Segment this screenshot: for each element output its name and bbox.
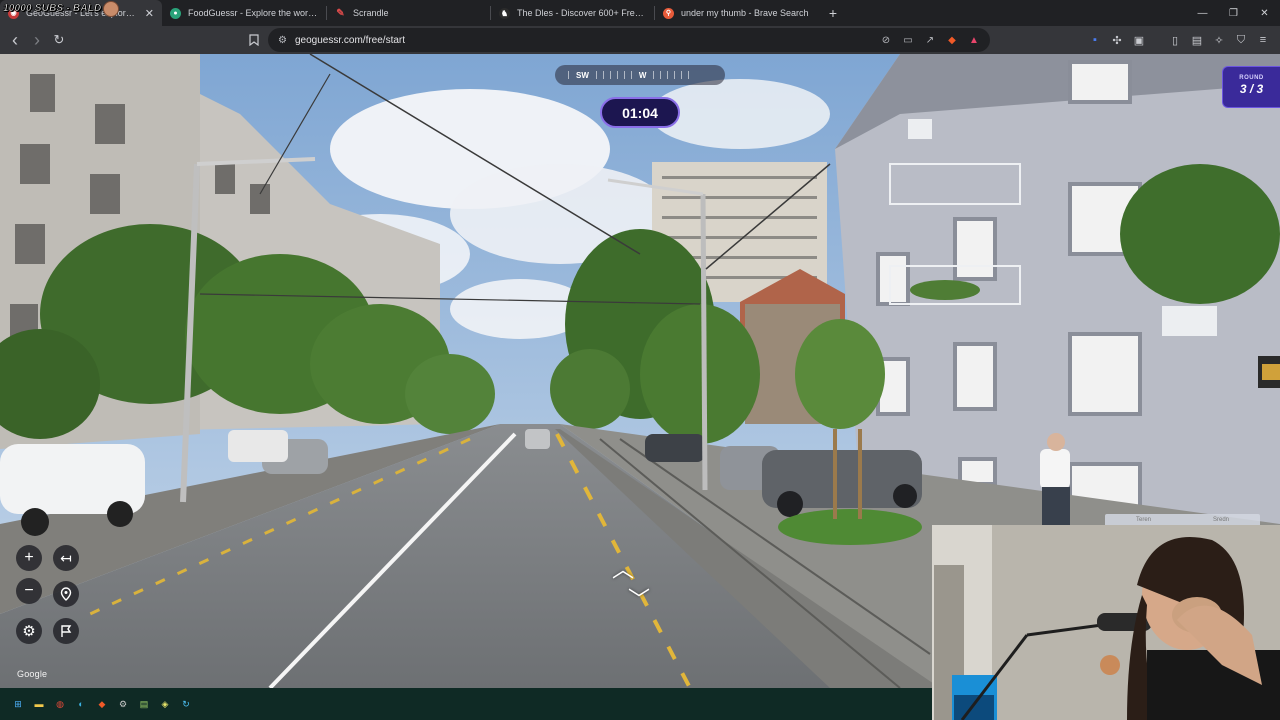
close-tab-icon[interactable]: ✕ [145, 7, 154, 20]
share-icon[interactable]: ↗ [922, 32, 938, 48]
compass-tick [653, 71, 655, 79]
compass-tick [674, 71, 676, 79]
move-backward-arrow-icon[interactable]: ﹀ [628, 582, 650, 614]
new-tab-button[interactable]: + [820, 0, 846, 26]
compass-tick [688, 71, 690, 79]
back-button[interactable]: ‹ [5, 30, 25, 50]
compass-tick [660, 71, 662, 79]
os-taskbar: ⊞ ▬ ◍ ◐ ◆ ⚙ ▤ ◈ ↻ [0, 688, 932, 720]
tab-foodguessr[interactable]: ● FoodGuessr - Explore the world by fo [162, 0, 326, 26]
round-indicator: ROUND 3 / 3 [1222, 66, 1280, 108]
compass-tick [609, 71, 611, 79]
site-settings-icon[interactable]: ⚙ [278, 35, 287, 46]
scrandle-icon: ✎ [336, 7, 345, 19]
picture-in-picture-icon[interactable]: ▭ [900, 32, 916, 48]
close-window-button[interactable]: ✕ [1249, 0, 1280, 26]
browser-tab-strip: ◉ GeoGuessr - Let's explore the ✕ ● Food… [0, 0, 1280, 26]
compass-tick [681, 71, 683, 79]
round-label: ROUND [1239, 75, 1264, 81]
compass-tick [616, 71, 618, 79]
vpn-shield-icon[interactable]: ⛉ [1232, 30, 1250, 50]
restore-button[interactable]: ❐ [1218, 0, 1249, 26]
return-to-start-button[interactable] [53, 581, 79, 607]
minimap-label: Sredn [1212, 517, 1229, 523]
chrome-icon[interactable]: ◍ [53, 697, 67, 711]
tab-scrandle[interactable]: ✎ Scrandle [327, 0, 490, 26]
wallet-icon[interactable]: ▤ [1188, 30, 1206, 50]
subscriber-overlay: 10000 SUBS - BALD [3, 0, 120, 17]
browser-toolbar: ‹ › ↻ ⚙ geoguessr.com/free/start ⊘ ▭ ↗ ◆… [0, 26, 1280, 54]
compass-tick [595, 71, 597, 79]
address-bar[interactable]: ⚙ geoguessr.com/free/start ⊘ ▭ ↗ ◆ ▲ [268, 28, 990, 52]
extensions-puzzle-icon[interactable]: ✣ [1108, 30, 1126, 50]
dles-icon: ♞ [499, 7, 510, 19]
compass-tick [630, 71, 632, 79]
gear-icon: ⚙ [22, 623, 36, 640]
screen: ◉ GeoGuessr - Let's explore the ✕ ● Food… [0, 0, 1280, 720]
extension-area: ▪ ✣ ▣ ▯ ▤ ✧ ⛉ ≡ [1086, 30, 1272, 50]
brave-shields-icon[interactable]: ◆ [944, 32, 960, 48]
undo-arrow-icon: ↤ [60, 549, 72, 566]
compass-southwest-label: SW [576, 70, 589, 80]
minimap-label: Teren [1135, 517, 1151, 523]
tab-title: under my thumb - Brave Search [681, 8, 809, 18]
brave-icon[interactable]: ◆ [95, 697, 109, 711]
undo-move-button[interactable]: ↤ [53, 545, 79, 571]
compass-tick [667, 71, 669, 79]
map-pin-icon [60, 587, 72, 601]
streamer-avatar-icon [103, 0, 120, 17]
round-value: 3 / 3 [1239, 82, 1264, 96]
google-attribution: Google [17, 669, 48, 679]
compass-tick [623, 71, 625, 79]
edge-icon[interactable]: ◐ [74, 697, 88, 711]
subscriber-goal-text: 10000 SUBS - BALD [3, 3, 102, 15]
tab-title: The Dles - Discover 600+ Free Daily [517, 8, 646, 18]
app-icon[interactable]: ◈ [158, 697, 172, 711]
notepad-icon[interactable]: ▤ [137, 697, 151, 711]
zoom-in-button[interactable]: + [16, 545, 42, 571]
zoom-out-button[interactable]: − [16, 578, 42, 604]
reader-mode-icon[interactable]: ⊘ [878, 32, 894, 48]
flag-icon [61, 624, 72, 637]
tab-brave-search[interactable]: ⚲ under my thumb - Brave Search [655, 0, 820, 26]
compass-tick [568, 71, 569, 79]
settings-icon[interactable]: ⚙ [116, 697, 130, 711]
compass-west-label: W [638, 70, 647, 80]
settings-button[interactable]: ⚙ [16, 618, 42, 644]
reload-button[interactable]: ↻ [49, 30, 69, 50]
file-explorer-icon[interactable]: ▬ [32, 697, 46, 711]
compass-bar: SW W [555, 65, 725, 85]
forward-button[interactable]: › [27, 30, 47, 50]
webcam-image [932, 525, 1280, 720]
tab-manager-icon[interactable]: ▣ [1130, 30, 1148, 50]
window-controls: — ❐ ✕ [1187, 0, 1280, 26]
tab-title: FoodGuessr - Explore the world by fo [188, 8, 318, 18]
brave-search-icon: ⚲ [663, 7, 674, 19]
minimize-button[interactable]: — [1187, 0, 1218, 26]
leo-ai-icon[interactable]: ✧ [1210, 30, 1228, 50]
foodguessr-icon: ● [170, 7, 181, 19]
address-bar-actions: ⊘ ▭ ↗ ◆ ▲ [878, 32, 982, 48]
brave-rewards-icon[interactable]: ▲ [966, 32, 982, 48]
toolbar-separator [1152, 30, 1162, 50]
tab-the-dles[interactable]: ♞ The Dles - Discover 600+ Free Daily [491, 0, 654, 26]
refresh-app-icon[interactable]: ↻ [179, 697, 193, 711]
tab-title: Scrandle [353, 8, 389, 18]
url-text: geoguessr.com/free/start [294, 34, 406, 46]
sidebar-icon[interactable]: ▯ [1166, 30, 1184, 50]
bookmark-icon[interactable] [244, 30, 264, 50]
menu-icon[interactable]: ≡ [1254, 30, 1272, 50]
move-forward-arrow-icon[interactable]: ︿ [612, 552, 634, 584]
report-flag-button[interactable] [53, 618, 79, 644]
round-timer: 01:04 [600, 97, 680, 128]
streamer-webcam [932, 525, 1280, 720]
windows-start-icon[interactable]: ⊞ [11, 697, 25, 711]
extension-icon-blue[interactable]: ▪ [1086, 30, 1104, 50]
compass-tick [602, 71, 604, 79]
